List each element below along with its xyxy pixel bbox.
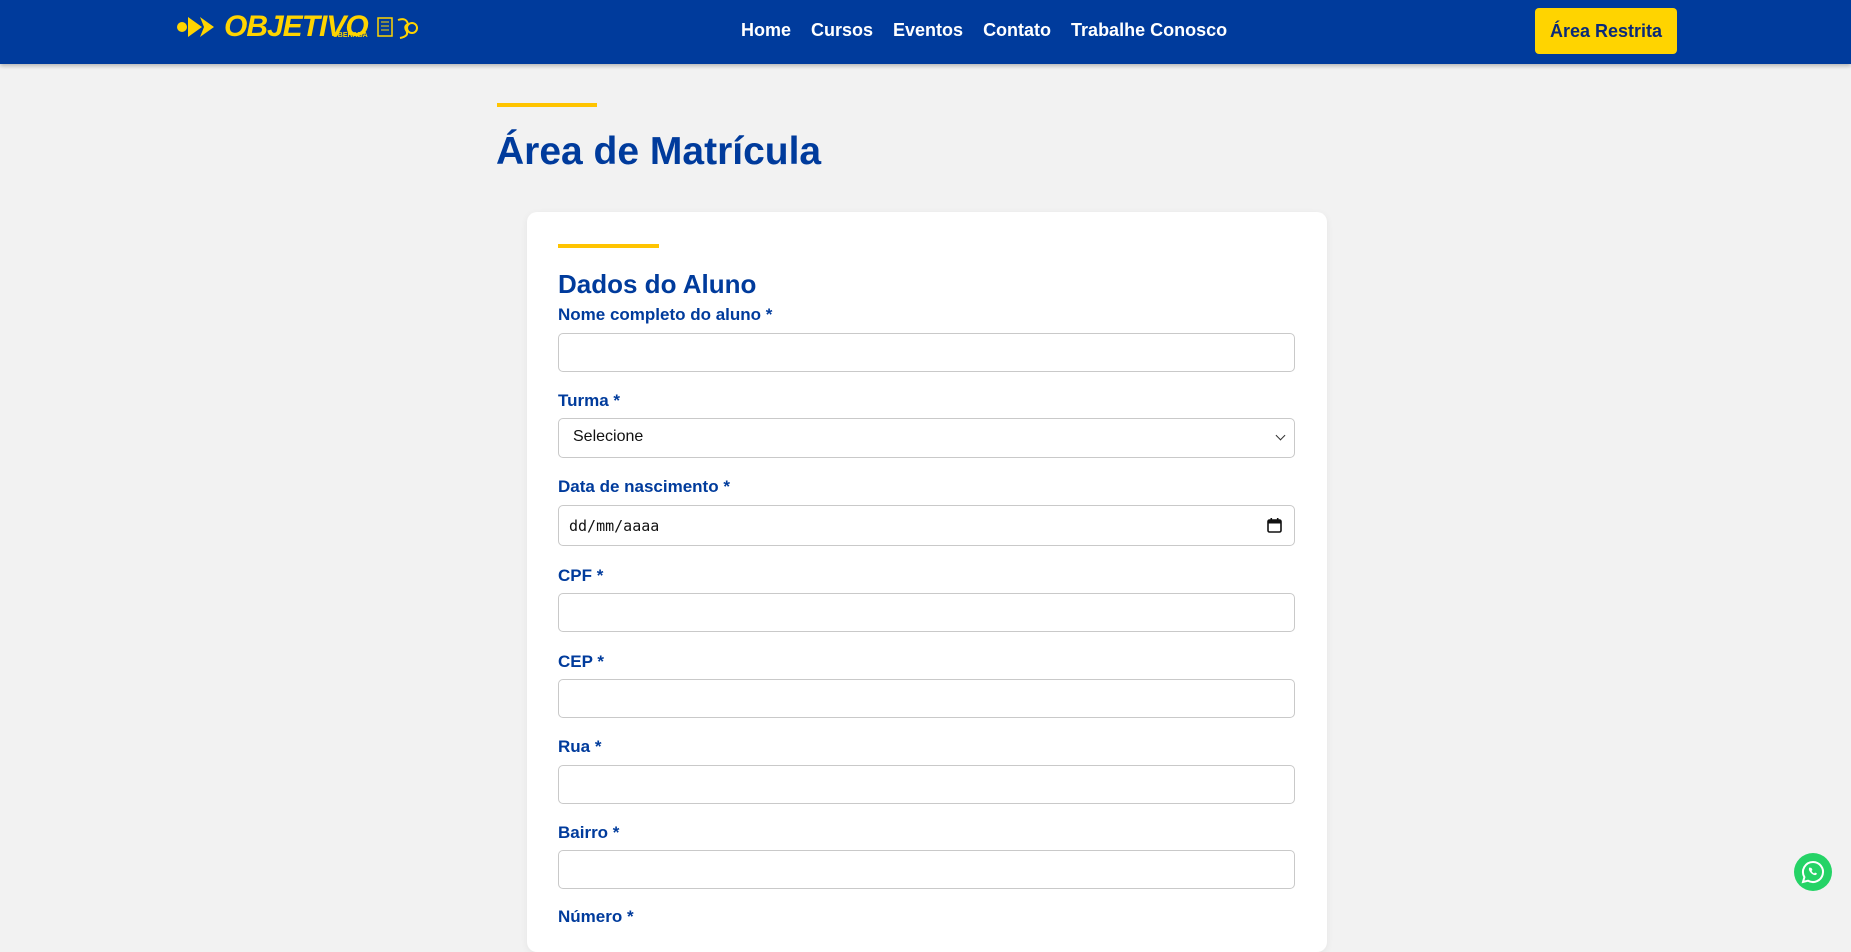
chevron-down-icon xyxy=(1275,430,1286,441)
cpf-input[interactable] xyxy=(558,593,1295,632)
whatsapp-icon xyxy=(1801,860,1825,884)
numero-label: Número * xyxy=(558,907,634,926)
nav-trabalhe-conosco[interactable]: Trabalhe Conosco xyxy=(1071,18,1227,42)
section-accent-bar xyxy=(558,244,659,248)
section-title: Dados do Aluno xyxy=(558,269,757,299)
nome-input[interactable] xyxy=(558,333,1295,372)
whatsapp-button[interactable] xyxy=(1794,853,1832,891)
site-logo[interactable]: OBJETIVO UBERABA xyxy=(176,8,418,46)
title-accent-bar xyxy=(497,103,597,107)
area-restrita-button[interactable]: Área Restrita xyxy=(1535,8,1677,54)
enrollment-form-card: Dados do Aluno Nome completo do aluno * … xyxy=(527,212,1327,952)
calendar-icon[interactable] xyxy=(1267,518,1282,533)
cep-input[interactable] xyxy=(558,679,1295,718)
nav-cursos[interactable]: Cursos xyxy=(811,18,873,42)
nascimento-date-input[interactable]: dd/mm/aaaa xyxy=(558,505,1295,546)
nome-label: Nome completo do aluno * xyxy=(558,305,773,324)
rua-label: Rua * xyxy=(558,737,602,756)
nav-home[interactable]: Home xyxy=(741,18,791,42)
turma-select-value: Selecione xyxy=(573,428,644,445)
site-header: OBJETIVO UBERABA Home Cursos Eventos Con… xyxy=(0,0,1851,64)
anniversary-badge-icon xyxy=(376,17,418,39)
bairro-input[interactable] xyxy=(558,850,1295,889)
nav-contato[interactable]: Contato xyxy=(983,18,1051,42)
rua-input[interactable] xyxy=(558,765,1295,804)
bairro-label: Bairro * xyxy=(558,823,620,842)
turma-label: Turma * xyxy=(558,391,621,410)
nav-eventos[interactable]: Eventos xyxy=(893,18,963,42)
nascimento-label: Data de nascimento * xyxy=(558,477,730,496)
main-nav: Home Cursos Eventos Contato Trabalhe Con… xyxy=(741,18,1227,42)
turma-select[interactable]: Selecione xyxy=(558,418,1295,458)
logo-subtext: UBERABA xyxy=(332,32,368,39)
cpf-label: CPF * xyxy=(558,566,604,585)
objetivo-logo-icon xyxy=(177,17,214,37)
page-title: Área de Matrícula xyxy=(496,130,822,173)
logo-text: OBJETIVO UBERABA xyxy=(224,12,369,42)
cep-label: CEP * xyxy=(558,652,604,671)
date-placeholder: dd/mm/aaaa xyxy=(569,517,660,535)
